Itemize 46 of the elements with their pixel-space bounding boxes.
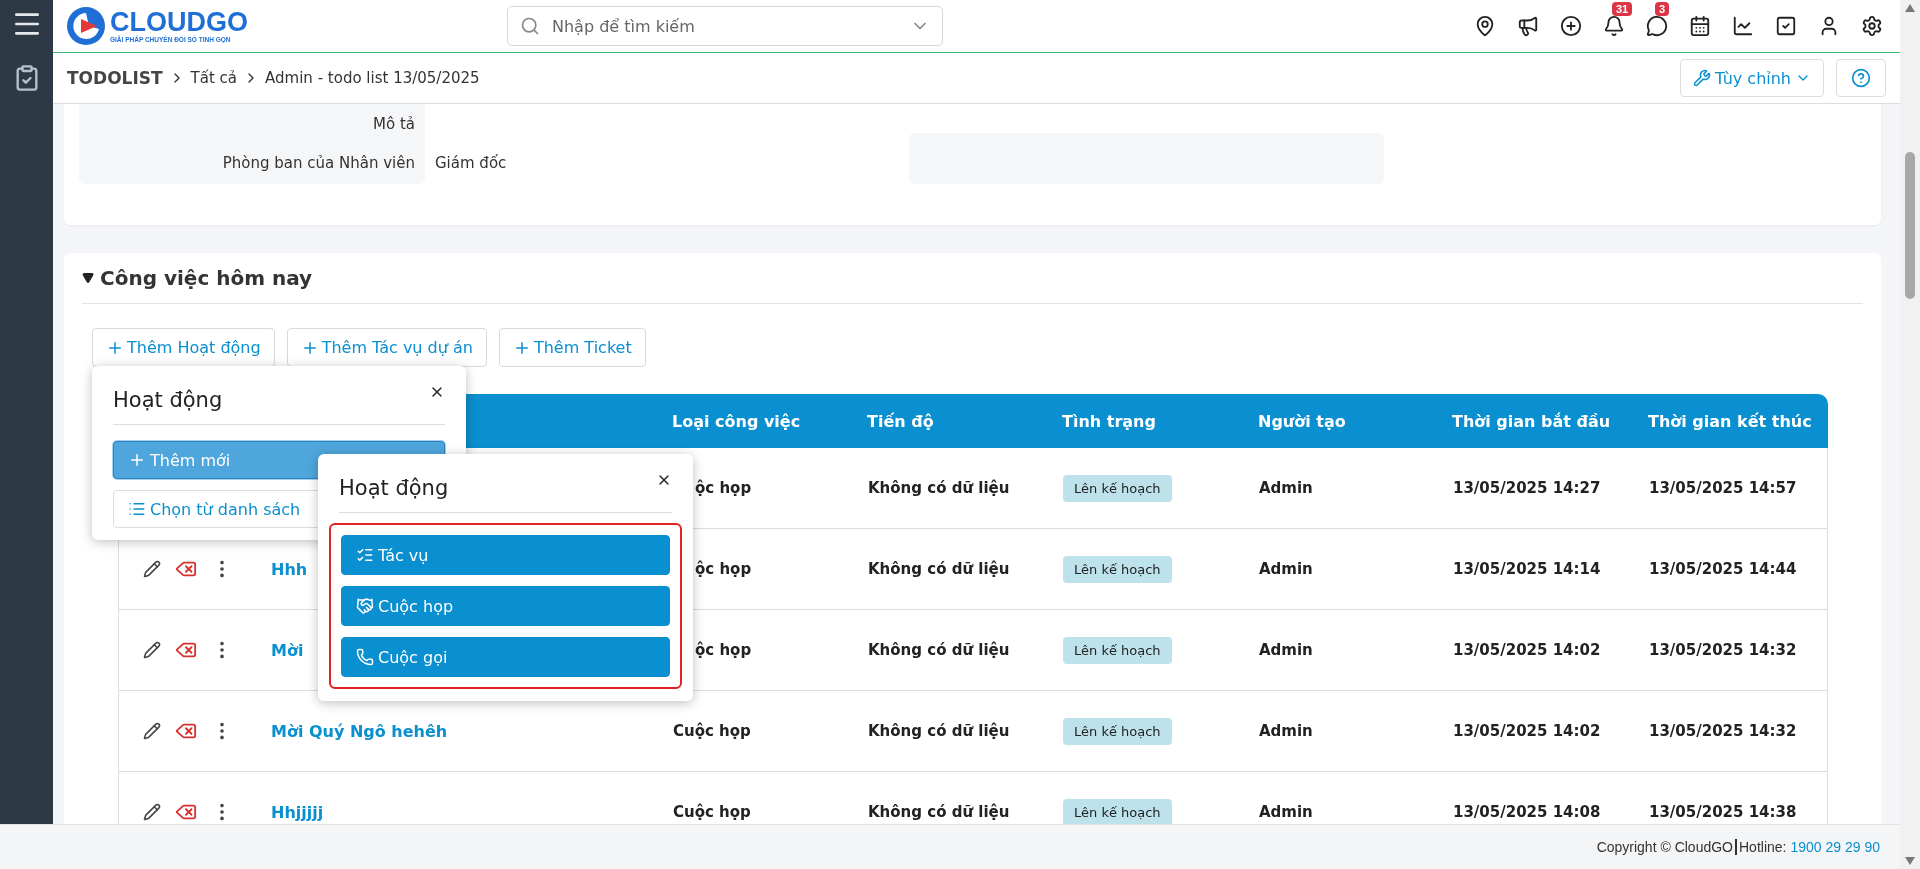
status-tag: Lên kế hoạch (1063, 555, 1172, 583)
table-cell-text: Cuộc họp (673, 803, 752, 821)
status-tag: Lên kế hoạch (1063, 717, 1172, 745)
table-cell-text: ộc họp (694, 641, 753, 659)
table-cell-text: 13/05/2025 14:32 (1649, 722, 1798, 740)
table-cell-text: Admin (1259, 722, 1314, 740)
table-cell-text: Admin (1259, 803, 1314, 821)
table-cell-text: Không có dữ liệu (868, 803, 1011, 821)
table-cell-text: 13/05/2025 14:32 (1649, 641, 1798, 659)
table-cell-text: Không có dữ liệu (868, 479, 1011, 497)
table-cell-text: 13/05/2025 14:02 (1453, 722, 1602, 740)
table-cell-text: 13/05/2025 14:57 (1649, 479, 1798, 497)
column-header: Thời gian kết thúc (1648, 411, 1813, 431)
popover-title: Hoạt động (113, 388, 223, 412)
field-label: Mô tả (373, 114, 415, 133)
table-cell-text: Admin (1259, 641, 1314, 659)
table-cell-text: 13/05/2025 14:27 (1453, 479, 1602, 497)
table-cell-text: Admin (1259, 479, 1314, 497)
copyright-text: Copyright © CloudGO (1596, 839, 1733, 855)
table-cell-text: ộc họp (694, 560, 753, 578)
section-title: Công việc hôm nay (100, 266, 313, 290)
table-cell-text: 13/05/2025 14:02 (1453, 641, 1602, 659)
table-cell-text: Không có dữ liệu (868, 722, 1011, 740)
logo-name: CLOUDGO (110, 8, 248, 36)
status-tag: Lên kế hoạch (1063, 798, 1172, 824)
table-cell-text: 13/05/2025 14:38 (1649, 803, 1798, 821)
table-cell-text: ộc họp (694, 479, 753, 497)
status-tag: Lên kế hoạch (1063, 636, 1172, 664)
status-tag: Lên kế hoạch (1063, 474, 1172, 502)
field-label: Phòng ban của Nhân viên (222, 154, 415, 172)
column-header: Tình trạng (1062, 411, 1157, 431)
column-header: Người tạo (1258, 411, 1347, 431)
count-badge: 31 (1612, 2, 1633, 16)
column-header: Thời gian bắt đầu (1452, 411, 1612, 431)
table-cell-text: Cuộc họp (673, 722, 752, 740)
table-cell-text: 13/05/2025 14:14 (1453, 560, 1602, 578)
table-cell-text: Không có dữ liệu (868, 560, 1011, 578)
column-header: Loại công việc (672, 411, 802, 431)
hotline-label: Hotline: (1739, 839, 1787, 855)
column-header: Tiến độ (867, 411, 935, 431)
table-cell-text: 13/05/2025 14:44 (1649, 560, 1798, 578)
count-badge: 3 (1655, 2, 1670, 16)
table-cell-text: Không có dữ liệu (868, 641, 1011, 659)
table-cell-text: Admin (1259, 560, 1314, 578)
field-value: Giám đốc (435, 154, 507, 172)
table-cell-text: 13/05/2025 14:08 (1453, 803, 1602, 821)
